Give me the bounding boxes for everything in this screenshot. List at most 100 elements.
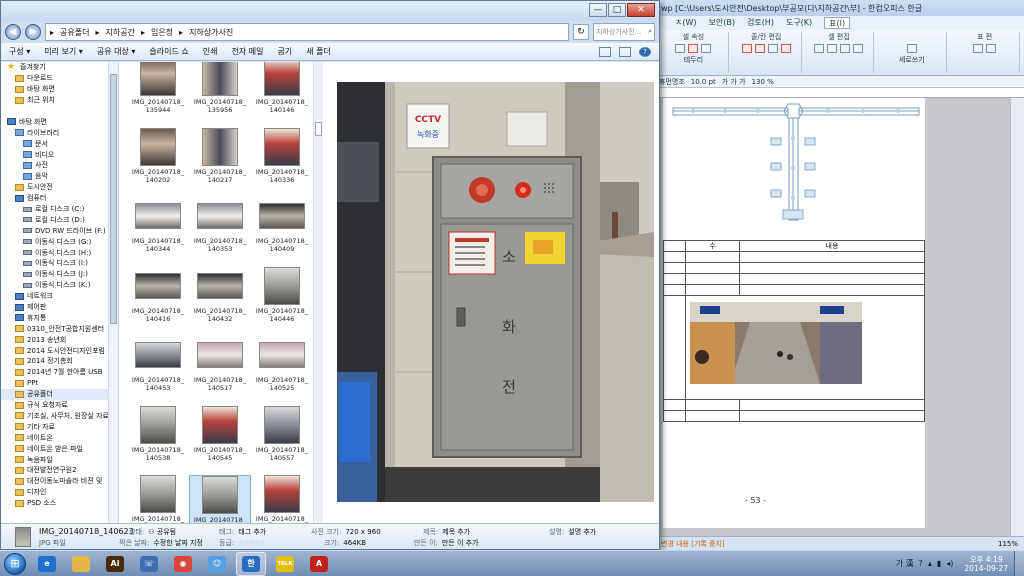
taskbar-app-button[interactable]: e [32,552,62,576]
author-value[interactable]: 만든 이 추가 [442,539,479,547]
thumbnail-item[interactable]: IMG_20140718_ 140446 [251,266,313,332]
nav-item[interactable]: 2014년 7월 한아름 USB [1,367,118,378]
new-folder-button[interactable]: 새 폴더 [306,46,331,57]
hwp-document-area[interactable]: 수 내용 - 53 - [655,98,1010,536]
menu-item[interactable]: 도구(K) [786,17,812,29]
network-icon[interactable]: ▮ [937,559,941,568]
nav-item[interactable]: 대전이동노마솔라 비젼 및 [1,476,118,487]
thumbnail-item[interactable]: IMG_20140718_ 140545 [189,405,251,471]
nav-item[interactable]: 녹음파일 [1,454,118,465]
taskbar-app-button[interactable]: ◉ [168,552,198,576]
nav-item[interactable]: ★ 즐겨찾기 [1,62,118,73]
ribbon-fill-icon[interactable] [688,44,699,53]
help-icon[interactable]: ? [919,559,923,568]
hwp-page[interactable]: 수 내용 - 53 - [663,98,925,528]
breadcrumb-item[interactable]: 지하공간 [105,27,134,38]
thumbnail-item[interactable]: IMG_20140718_ 140432 [189,267,251,332]
tags-value[interactable]: 태그 추가 [238,528,266,536]
ribbon-insert-row-icon[interactable] [741,44,752,53]
show-desktop-button[interactable] [1014,550,1024,576]
nav-item[interactable]: 사진 [1,160,118,171]
share-button[interactable]: 공유 대상 ▾ [97,46,136,57]
thumbnail-item[interactable]: IMG_20140718_ 140538 [127,405,189,471]
burn-button[interactable]: 굽기 [277,46,292,57]
taskbar-app-button[interactable]: A [304,552,334,576]
bold-button[interactable]: 가 가 가 [722,77,746,87]
breadcrumb-item[interactable]: 지하상가사진 [189,27,233,38]
menu-item[interactable]: ㅊ(W) [675,17,697,29]
menu-item[interactable]: 보안(B) [709,17,735,29]
breadcrumb-item[interactable]: 임은정 [151,27,173,38]
ribbon-insert-col-icon[interactable] [754,44,765,53]
taskbar-app-button[interactable]: TALK [270,552,300,576]
nav-item[interactable]: 네트워크 [1,291,118,302]
taskbar-app-button[interactable]: ☺ [202,552,232,576]
thumbnail-item[interactable]: IMG_20140718_ 140336 [251,127,313,193]
taskbar-app-button[interactable]: 한 [236,551,266,576]
hwp-zoom-value[interactable]: 115% [998,540,1018,548]
nav-item[interactable]: 이동식 디스크 (J:) [1,269,118,280]
nav-item[interactable]: 로컬 디스크 (C:) [1,204,118,215]
preview-pane-icon[interactable] [619,46,631,57]
close-button[interactable]: ✕ [627,3,655,17]
ribbon-line-icon[interactable] [701,44,712,53]
nav-item[interactable]: 0310_안전T공합지원센터 [1,323,118,334]
tray-expand-icon[interactable]: ▴ [928,559,932,568]
minimize-button[interactable]: — [589,3,607,17]
nav-item[interactable]: 비디오 [1,149,118,160]
start-button[interactable]: ⊞ [0,551,30,576]
print-button[interactable]: 인쇄 [203,46,218,57]
nav-item[interactable]: 최근 위치 [1,95,118,106]
taskbar-app-button[interactable]: Ai [100,552,130,576]
breadcrumb-item[interactable]: 공유폴더 [60,27,89,38]
address-bar[interactable]: ▸ 공유폴더 ▸ 지하공간 ▸ 임은정 ▸ 지하상가사진 [45,23,569,41]
hwp-table[interactable]: 수 내용 [663,240,925,422]
maximize-button[interactable]: □ [608,3,626,17]
nav-item[interactable]: 다운로드 [1,73,118,84]
nav-item[interactable]: 제어판 [1,302,118,313]
nav-item[interactable]: 기조실, 사무처, 원장실 자료 [1,411,118,422]
file-list-scrollbar[interactable] [313,62,323,523]
nav-item[interactable]: PPt [1,378,118,389]
ribbon-table-icon[interactable] [973,44,984,53]
ribbon-border-icon[interactable] [675,44,686,53]
ribbon-delete-col-icon[interactable] [780,44,791,53]
taskbar-app-button[interactable] [66,552,96,576]
thumbnail-item[interactable]: IMG_20140718_ 140344 [127,197,189,262]
font-size-select[interactable]: 10.0 pt [691,78,716,86]
thumbnail-item[interactable]: IMG_20140718_140608 [127,475,189,523]
menu-item-table[interactable]: 표(I) [824,17,851,29]
nav-item[interactable]: 컴퓨터 [1,193,118,204]
track-changes-status[interactable]: 변경 내용 [기록 중지] [661,539,725,549]
font-select[interactable]: 휴먼명조 [659,77,685,87]
clock[interactable]: 오후 4:19 2014-09-27 [958,555,1008,573]
nav-item[interactable]: 디자인 [1,487,118,498]
nav-scrollbar[interactable] [108,62,118,523]
thumbnail-item[interactable]: IMG_20140718_140755 [251,475,313,523]
nav-item[interactable]: 공유폴더 [1,388,118,400]
nav-item[interactable]: 네이트온 [1,432,118,443]
ribbon-merge-icon[interactable] [814,44,825,53]
ribbon-grid-icon[interactable] [840,44,851,53]
back-button[interactable]: ◀ [5,24,21,40]
volume-icon[interactable]: ◂) [946,559,953,568]
email-button[interactable]: 전자 메일 [231,46,263,57]
nav-item[interactable]: DVD RW 드라이브 (F:) [1,225,118,236]
ribbon-table2-icon[interactable] [986,44,997,53]
ribbon-grid2-icon[interactable] [853,44,864,53]
thumbnail-item[interactable]: IMG_20140718_ 135944 [127,62,189,123]
thumbnail-item[interactable]: IMG_20140718_ 140217 [189,127,251,193]
nav-item[interactable]: 바탕 화면 [1,84,118,95]
nav-item[interactable]: 2014 정기총회 [1,356,118,367]
thumbnail-item[interactable]: IMG_20140718_ 140146 [251,62,313,123]
ime-indicator[interactable]: 가 漢 [896,558,914,569]
description-value[interactable]: 설명 추가 [568,528,596,536]
thumbnail-item[interactable]: IMG_20140718_ 140525 [251,336,313,401]
thumbnail-item[interactable]: IMG_20140718_ 140453 [127,336,189,401]
nav-item[interactable]: PSD 소스 [1,498,118,509]
nav-item[interactable]: 음악 [1,171,118,182]
nav-item[interactable]: 라이브러리 [1,127,118,138]
thumbnail-item[interactable]: IMG_20140718_ 140353 [189,197,251,262]
nav-item[interactable]: 기타 자료 [1,421,118,432]
view-options-icon[interactable] [599,46,611,57]
